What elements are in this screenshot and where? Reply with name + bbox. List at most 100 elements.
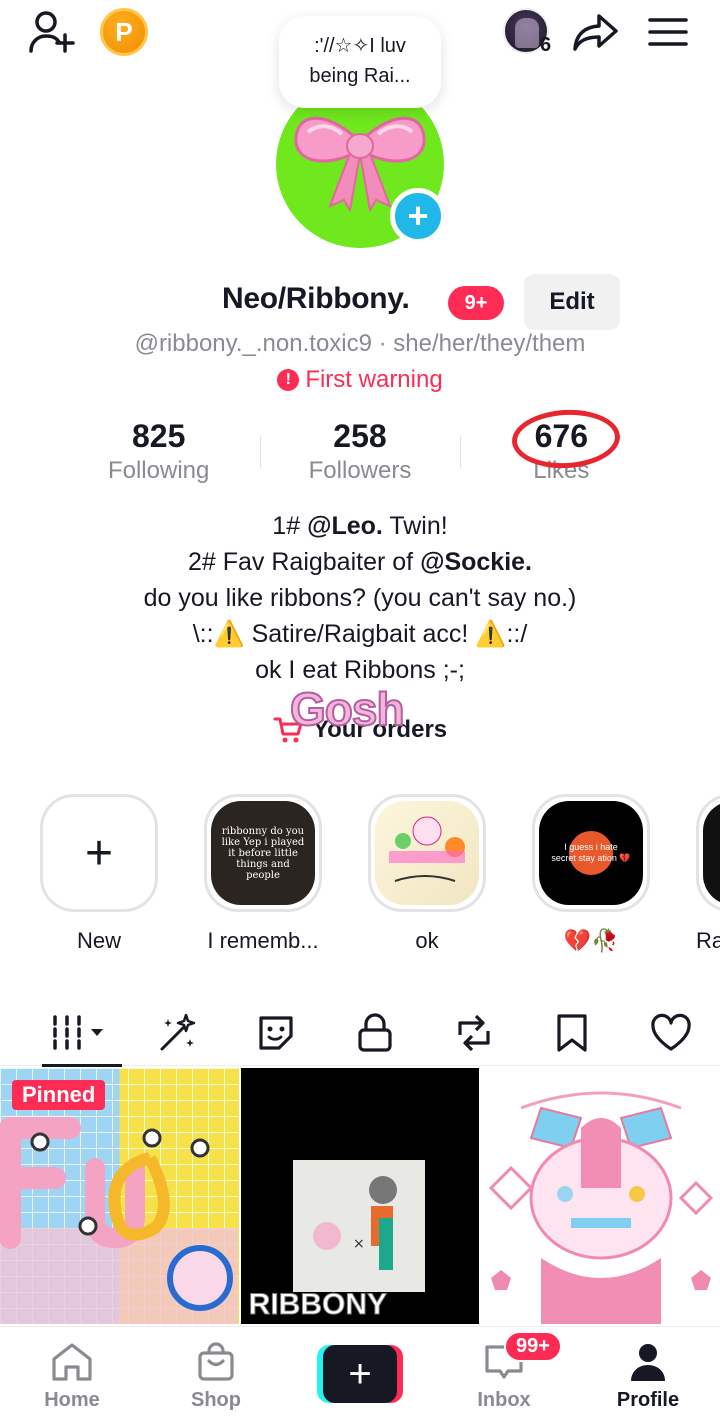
- highlight-item[interactable]: I guess i hate secret stay ation 💔 💔🥀: [532, 794, 650, 954]
- repost-icon: [457, 1014, 490, 1052]
- highlight-label: 💔🥀: [563, 928, 619, 953]
- lock-icon: [358, 1013, 392, 1052]
- create-plus-icon: +: [323, 1345, 397, 1403]
- tab-videos[interactable]: [0, 1000, 129, 1067]
- video-tile[interactable]: Pinned: [0, 1068, 239, 1324]
- pinned-badge: Pinned: [12, 1080, 106, 1110]
- followers-count: 258: [333, 418, 387, 454]
- nav-inbox-label: Inbox: [477, 1389, 531, 1411]
- highlight-new[interactable]: + New: [40, 794, 158, 954]
- tab-reposts[interactable]: [424, 1000, 523, 1066]
- nav-inbox[interactable]: Inbox 99+: [432, 1327, 576, 1424]
- followers-label: Followers: [308, 457, 412, 484]
- share-icon[interactable]: [570, 10, 622, 54]
- nav-home-label: Home: [44, 1389, 100, 1411]
- profile-views-button[interactable]: 6: [496, 6, 556, 56]
- highlight-label: I rememb...: [207, 928, 319, 953]
- video-tile[interactable]: [481, 1068, 720, 1324]
- following-count: 825: [131, 418, 186, 454]
- tab-liked[interactable]: [621, 1000, 720, 1066]
- bookmark-icon: [557, 1014, 587, 1052]
- heart-icon: [651, 1013, 691, 1051]
- highlight-ring: +: [40, 794, 158, 912]
- bio-line-1: 1# @Leo. Twin!: [0, 508, 720, 544]
- profile-icon: [631, 1344, 665, 1381]
- magic-wand-icon: [160, 1013, 196, 1051]
- menu-icon[interactable]: [646, 12, 690, 52]
- note-line-2: being Rai...: [309, 65, 411, 87]
- note-bubble[interactable]: :'//☆✧I luv being Rai...: [279, 16, 441, 108]
- nav-shop-label: Shop: [191, 1389, 241, 1411]
- name-row: Neo/Ribbony. 9+ Edit: [0, 274, 720, 334]
- plus-icon: +: [84, 826, 114, 880]
- display-name: Neo/Ribbony.: [222, 282, 410, 315]
- bio-text: 1#: [272, 512, 308, 540]
- nav-home[interactable]: Home: [0, 1327, 144, 1424]
- notification-badge[interactable]: 9+: [448, 286, 504, 320]
- mention-link[interactable]: @Sockie.: [420, 548, 532, 576]
- highlight-thumbnail: [375, 801, 479, 905]
- highlight-thumbnail: [703, 801, 720, 905]
- warning-link[interactable]: ! First warning: [0, 366, 720, 394]
- grid-filter-icon: [53, 1015, 104, 1051]
- following-label: Following: [107, 457, 210, 484]
- nav-shop[interactable]: Shop: [144, 1327, 288, 1424]
- inbox-badge: 99+: [504, 1331, 562, 1362]
- bio-line-2: 2# Fav Raigbaiter of @Sockie.: [0, 544, 720, 580]
- add-friend-icon[interactable]: [26, 8, 78, 56]
- stats-divider: [260, 436, 261, 468]
- shop-bag-icon: [198, 1342, 234, 1381]
- followers-stat[interactable]: 258 Followers: [259, 418, 460, 494]
- highlight-item[interactable]: Ra: [696, 794, 720, 954]
- highlight-item[interactable]: ribbonny do you like Yep i played it bef…: [204, 794, 322, 954]
- bio-line-4: \::⚠️ Satire/Raigbait acc! ⚠️::/: [192, 620, 528, 648]
- username-handle: @ribbony._.non.toxic9 · she/her/they/the…: [134, 330, 586, 357]
- note-line-1: :'//☆✧I luv: [314, 35, 406, 57]
- highlight-ring: I guess i hate secret stay ation 💔: [532, 794, 650, 912]
- edit-profile-button[interactable]: Edit: [524, 274, 620, 330]
- highlight-label: New: [76, 928, 121, 953]
- following-stat[interactable]: 825 Following: [58, 418, 259, 494]
- video-tile[interactable]: × RIBBONY: [240, 1068, 480, 1324]
- video-thumbnail: [489, 1091, 714, 1324]
- highlight-thumbnail: I guess i hate secret stay ation 💔: [539, 801, 643, 905]
- stats-divider: [460, 436, 461, 468]
- highlight-thumb-text: I guess i hate secret stay ation 💔: [551, 842, 631, 863]
- content-tabs: [0, 1000, 720, 1067]
- video-grid: Pinned × RIBBONY: [0, 1068, 720, 1324]
- tab-favorites[interactable]: [523, 1000, 622, 1066]
- coin-label: P: [115, 16, 133, 47]
- highlights-row: + New ribbonny do you like Yep i played …: [0, 794, 720, 964]
- add-story-button[interactable]: +: [390, 188, 446, 244]
- bottom-nav: Home Shop + Inbox 99+ Profile: [0, 1326, 720, 1424]
- bio-text: 2# Fav Raigbaiter of: [187, 548, 421, 576]
- coins-icon[interactable]: P: [100, 8, 148, 56]
- profile-views-count: 6: [540, 34, 552, 56]
- tab-reposts-effects[interactable]: [129, 1000, 228, 1066]
- highlight-ring: ribbonny do you like Yep i played it bef…: [204, 794, 322, 912]
- nav-profile[interactable]: Profile: [576, 1327, 720, 1424]
- sticker-icon: [259, 1016, 294, 1050]
- video-caption: RIBBONY: [248, 1288, 388, 1322]
- home-icon: [52, 1343, 92, 1381]
- tab-private[interactable]: [326, 1000, 425, 1066]
- bio-text: Twin!: [382, 512, 448, 540]
- nav-create[interactable]: +: [288, 1327, 432, 1424]
- highlight-item[interactable]: ok: [368, 794, 486, 954]
- gosh-sticker: Gosh: [289, 682, 406, 736]
- highlight-label: ok: [415, 928, 439, 953]
- warning-text: First warning: [305, 366, 443, 393]
- tab-stickers[interactable]: [227, 1000, 326, 1066]
- warning-icon: !: [277, 369, 300, 391]
- highlight-ring: [696, 794, 720, 912]
- video-thumbnail: ×: [292, 1160, 425, 1292]
- bio: 1# @Leo. Twin! 2# Fav Raigbaiter of @Soc…: [0, 508, 720, 688]
- nav-profile-label: Profile: [616, 1389, 680, 1411]
- highlight-thumbnail: ribbonny do you like Yep i played it bef…: [211, 801, 315, 905]
- bio-line-3: do you like ribbons? (you can't say no.): [143, 584, 577, 612]
- highlight-ring: [368, 794, 486, 912]
- mention-link[interactable]: @Leo.: [307, 512, 383, 540]
- highlight-label: Ra: [696, 928, 720, 953]
- create-button[interactable]: +: [317, 1345, 403, 1403]
- svg-text:×: ×: [353, 1236, 365, 1252]
